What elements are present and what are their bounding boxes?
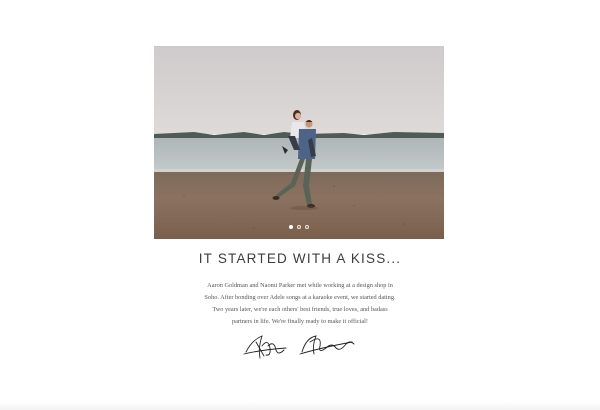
section-heading: IT STARTED WITH A KISS... [198, 251, 402, 266]
signature-right-icon [299, 335, 355, 355]
signatures [243, 335, 355, 359]
carousel-dot-2[interactable] [297, 225, 301, 229]
carousel-dots [154, 225, 444, 229]
story-line: partners in life. We're finally ready to… [231, 318, 369, 325]
signature-left-icon [243, 335, 287, 359]
carousel-dot-3[interactable] [305, 225, 309, 229]
page: IT STARTED WITH A KISS... Aaron Goldman … [0, 0, 600, 410]
carousel-dot-1[interactable] [289, 225, 293, 229]
hero-photo [154, 46, 444, 239]
story-line: Soho. After bonding over Adele songs at … [204, 294, 396, 301]
story-line: Aaron Goldman and Naomi Parker met while… [207, 282, 393, 289]
story-line: Two years later, we're each others' best… [212, 306, 388, 313]
page-footer-edge [0, 402, 600, 410]
story-text: Aaron Goldman and Naomi Parker met while… [190, 280, 410, 328]
photo-carousel[interactable] [154, 46, 444, 239]
